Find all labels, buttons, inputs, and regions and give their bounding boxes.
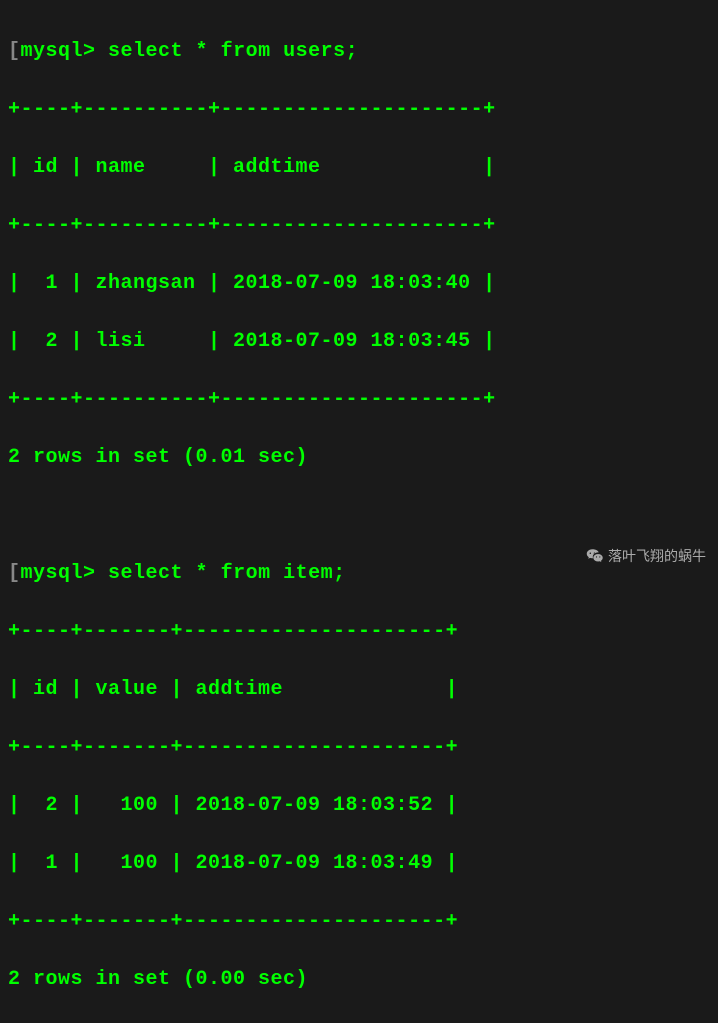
query-2-result: 2 rows in set (0.00 sec): [8, 965, 710, 994]
prompt-line-1[interactable]: [mysql> select * from users;: [8, 37, 710, 66]
query-1-row-2: | 2 | lisi | 2018-07-09 18:03:45 |: [8, 327, 710, 356]
query-1-header: | id | name | addtime |: [8, 153, 710, 182]
mysql-prompt: mysql>: [21, 40, 96, 63]
query-2-command: select * from item;: [108, 562, 346, 585]
query-2-row-1: | 2 | 100 | 2018-07-09 18:03:52 |: [8, 791, 710, 820]
mysql-prompt: mysql>: [21, 562, 96, 585]
query-1-border-top: +----+----------+---------------------+: [8, 95, 710, 124]
terminal-output: [mysql> select * from users; +----+-----…: [8, 8, 710, 1023]
query-2-header: | id | value | addtime |: [8, 675, 710, 704]
query-2-row-2: | 1 | 100 | 2018-07-09 18:03:49 |: [8, 849, 710, 878]
wechat-icon: [586, 547, 604, 565]
query-2-border-mid: +----+-------+---------------------+: [8, 733, 710, 762]
query-1-border-mid: +----+----------+---------------------+: [8, 211, 710, 240]
query-1-row-1: | 1 | zhangsan | 2018-07-09 18:03:40 |: [8, 269, 710, 298]
query-1-command: select * from users;: [108, 40, 358, 63]
query-2-border-bottom: +----+-------+---------------------+: [8, 907, 710, 936]
query-1-result: 2 rows in set (0.01 sec): [8, 443, 710, 472]
blank-line: [8, 501, 710, 530]
query-2-border-top: +----+-------+---------------------+: [8, 617, 710, 646]
watermark: 落叶飞翔的蜗牛: [586, 546, 706, 566]
bracket-open: [: [8, 40, 21, 63]
watermark-text: 落叶飞翔的蜗牛: [608, 546, 706, 566]
query-1-border-bottom: +----+----------+---------------------+: [8, 385, 710, 414]
bracket-open: [: [8, 562, 21, 585]
